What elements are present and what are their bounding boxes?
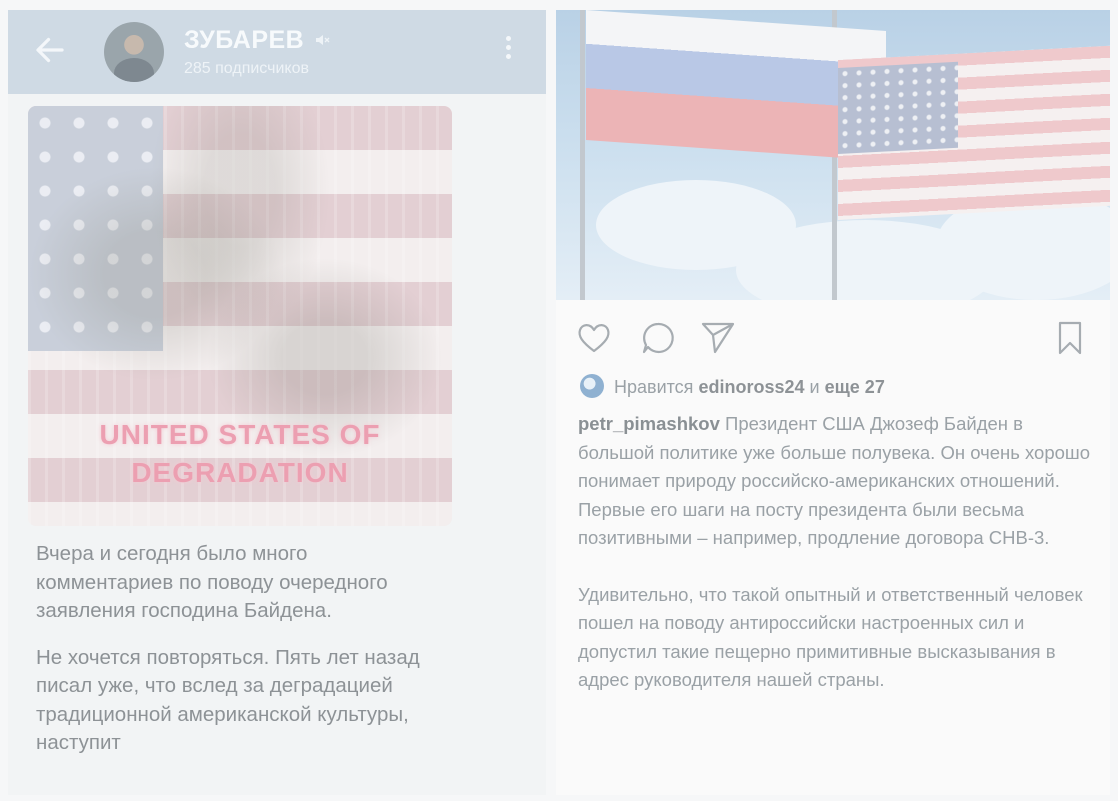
us-flag-canton [838, 61, 958, 154]
channel-header: ЗУБАРЕВ 285 подписчиков [8, 10, 546, 94]
telegram-panel: ЗУБАРЕВ 285 подписчиков UNITED STATES OF… [8, 10, 546, 795]
post-image[interactable]: UNITED STATES OF DEGRADATION [28, 106, 452, 526]
speaker-muted-icon [316, 35, 330, 45]
post-caption: petr_pimashkov Президент США Джозеф Байд… [578, 410, 1094, 723]
instagram-panel: Нравится edinoross24 и еще 27 petr_pimas… [556, 10, 1110, 795]
liker-username[interactable]: edinoross24 [698, 377, 804, 397]
bookmark-outline-icon[interactable] [1052, 320, 1088, 356]
post-text: Вчера и сегодня было много комментариев … [36, 540, 436, 776]
kebab-menu-icon[interactable] [503, 36, 513, 66]
flag-pole [580, 10, 585, 300]
post-actions [556, 310, 1110, 366]
post-image-caption: UNITED STATES OF DEGRADATION [99, 419, 381, 488]
subscriber-count: 285 подписчиков [184, 60, 309, 77]
post-paragraph: Не хочется повторяться. Пять лет назад п… [36, 645, 420, 755]
caption-text: Удивительно, что такой опытный и ответст… [578, 583, 1083, 691]
likes-summary[interactable]: Нравится edinoross24 и еще 27 [580, 374, 885, 398]
channel-name[interactable]: ЗУБАРЕВ [184, 26, 304, 55]
back-arrow-icon[interactable] [32, 32, 68, 68]
likes-more[interactable]: еще 27 [825, 377, 885, 397]
heart-outline-icon[interactable] [576, 320, 612, 356]
post-paragraph: Вчера и сегодня было много комментариев … [36, 542, 388, 622]
paper-plane-icon[interactable] [700, 320, 736, 356]
speech-bubble-icon[interactable] [640, 320, 676, 356]
post-photo[interactable] [556, 10, 1110, 300]
channel-avatar[interactable] [104, 22, 164, 82]
liker-avatar [580, 374, 604, 398]
author-username[interactable]: petr_pimashkov [578, 413, 720, 434]
